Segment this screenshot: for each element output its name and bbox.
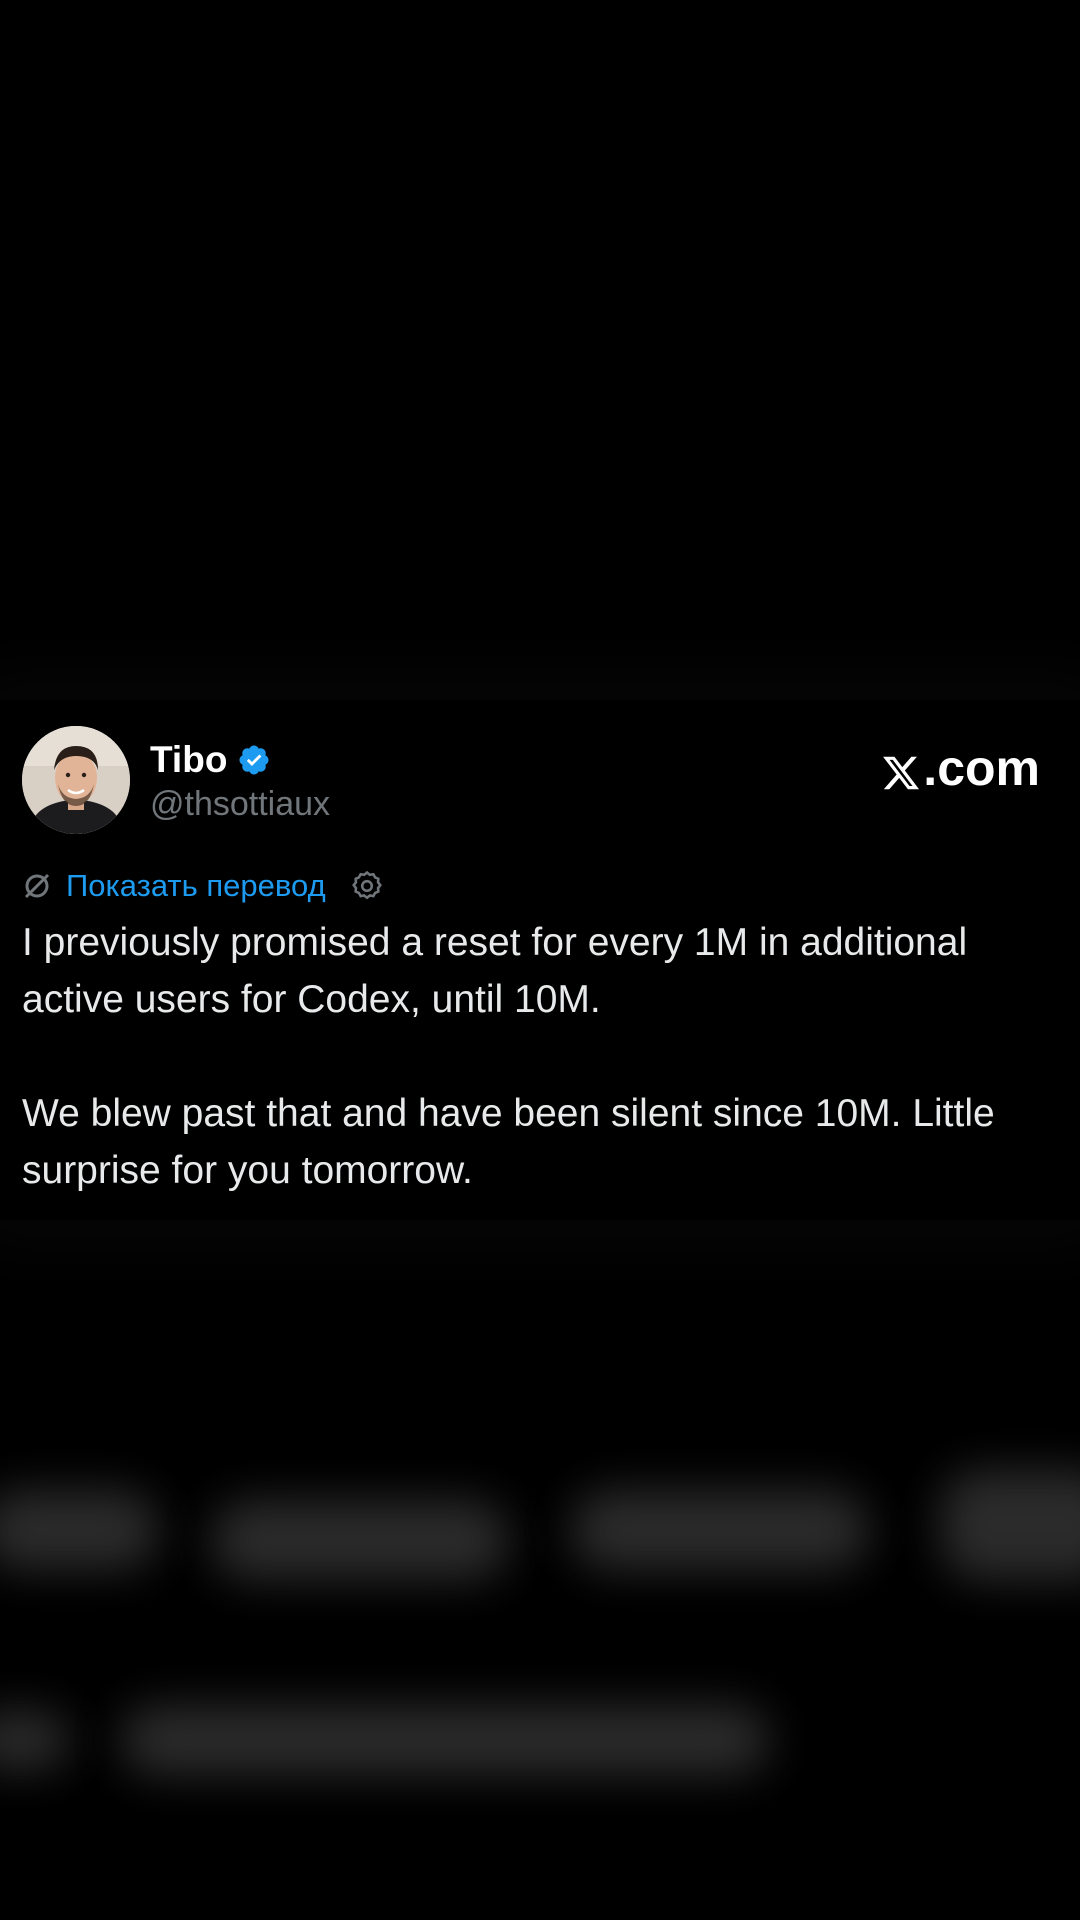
x-com-logo: .com — [881, 740, 1040, 796]
tweet-paragraph: We blew past that and have been silent s… — [22, 1092, 995, 1192]
tweet-text: I previously promised a reset for every … — [22, 914, 1042, 1199]
x-logo-icon — [881, 748, 921, 790]
blurred-background-shape — [0, 1710, 70, 1770]
verified-badge-icon — [237, 743, 271, 777]
avatar[interactable] — [22, 726, 130, 834]
show-translation-link[interactable]: Показать перевод — [66, 866, 326, 906]
site-label: .com — [923, 740, 1040, 796]
blurred-background-shape — [210, 1500, 510, 1580]
author-name-row[interactable]: Tibo — [150, 738, 271, 782]
blurred-background-shape — [120, 1705, 770, 1775]
translate-icon — [22, 871, 52, 901]
blurred-background-shape — [570, 1490, 870, 1570]
translate-row: Показать перевод — [22, 866, 384, 906]
gear-icon[interactable] — [350, 869, 384, 903]
blurred-background-shape — [0, 1490, 160, 1570]
tweet-paragraph: I previously promised a reset for every … — [22, 921, 968, 1021]
author-handle[interactable]: @thsottiaux — [150, 783, 330, 825]
display-name[interactable]: Tibo — [150, 738, 227, 782]
blurred-background-shape — [940, 1470, 1080, 1580]
